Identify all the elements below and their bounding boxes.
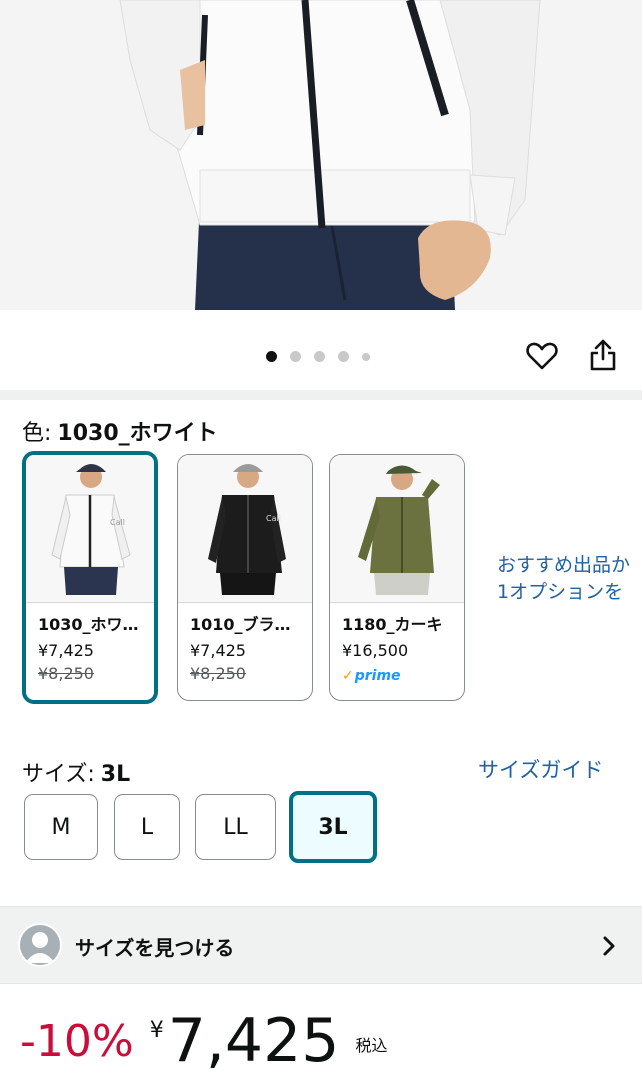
size-option-ll[interactable]: LL xyxy=(195,794,276,860)
prime-badge: ✓prime xyxy=(342,668,452,684)
size-selected-value: 3L xyxy=(100,762,131,787)
svg-text:Call: Call xyxy=(266,514,281,523)
user-icon xyxy=(25,932,55,963)
recommend-link[interactable]: おすすめ出品か 1オプションを xyxy=(497,552,630,606)
discount-percent: -10% xyxy=(20,1016,134,1067)
swatch-original-price: ¥8,250 xyxy=(190,664,246,683)
swatch-name: 1180_カーキ xyxy=(342,615,443,634)
size-option-l[interactable]: L xyxy=(114,794,180,860)
prime-check-icon: ✓ xyxy=(342,668,354,684)
swatch-image: Call xyxy=(26,455,154,603)
size-option-3l[interactable]: 3L xyxy=(289,791,377,863)
recommend-line-1: おすすめ出品か xyxy=(497,554,631,576)
tax-note: 税込 xyxy=(355,1036,388,1055)
size-label-prefix: サイズ: xyxy=(22,762,95,787)
price-amount: 7,425 xyxy=(167,1006,340,1076)
color-swatch-white[interactable]: Call 1030_ホワ… ¥7,425 ¥8,250 xyxy=(22,451,158,704)
swatch-price: ¥16,500 xyxy=(342,641,409,660)
heart-icon xyxy=(526,342,558,370)
image-controls xyxy=(0,318,642,390)
size-guide-link[interactable]: サイズガイド xyxy=(478,754,603,784)
color-swatch-black[interactable]: Call 1010_ブラ… ¥7,425 ¥8,250 xyxy=(177,454,313,701)
svg-text:Call: Call xyxy=(110,518,125,527)
recommend-line-2: 1オプションを xyxy=(497,581,624,603)
find-size-label: サイズを見つける xyxy=(75,936,235,960)
swatch-price: ¥7,425 xyxy=(38,641,94,660)
image-pagination-dots[interactable] xyxy=(266,351,370,362)
color-label: 色: 1030_ホワイト xyxy=(22,415,218,447)
share-icon xyxy=(590,339,616,371)
wishlist-button[interactable] xyxy=(522,336,562,376)
pagination-dot[interactable] xyxy=(362,352,370,361)
color-label-prefix: 色: xyxy=(22,421,52,446)
color-swatch-khaki[interactable]: 1180_カーキ ¥16,500 ✓prime xyxy=(329,454,465,701)
swatch-name: 1030_ホワ… xyxy=(38,615,139,634)
size-option-m[interactable]: M xyxy=(24,794,98,860)
price-row: -10% ¥ 7,425 税込 xyxy=(20,1010,387,1072)
prime-label: prime xyxy=(354,668,401,684)
product-image[interactable] xyxy=(0,0,642,310)
section-divider xyxy=(0,390,642,400)
swatch-original-price: ¥8,250 xyxy=(38,664,94,683)
find-size-bar[interactable]: サイズを見つける xyxy=(0,906,642,984)
currency-symbol: ¥ xyxy=(149,1018,164,1043)
pagination-dot[interactable] xyxy=(338,351,349,362)
pagination-dot[interactable] xyxy=(314,351,325,362)
size-label: サイズ: 3L xyxy=(22,756,130,788)
pagination-dot[interactable] xyxy=(290,351,301,362)
swatch-image xyxy=(330,455,464,603)
swatch-image: Call xyxy=(178,455,312,603)
swatch-name: 1010_ブラ… xyxy=(190,615,291,634)
chevron-right-icon xyxy=(603,936,615,956)
swatch-price: ¥7,425 xyxy=(190,641,246,660)
share-button[interactable] xyxy=(583,335,623,375)
avatar xyxy=(18,923,62,967)
pagination-dot-active[interactable] xyxy=(266,351,277,362)
color-selected-value: 1030_ホワイト xyxy=(57,421,218,446)
